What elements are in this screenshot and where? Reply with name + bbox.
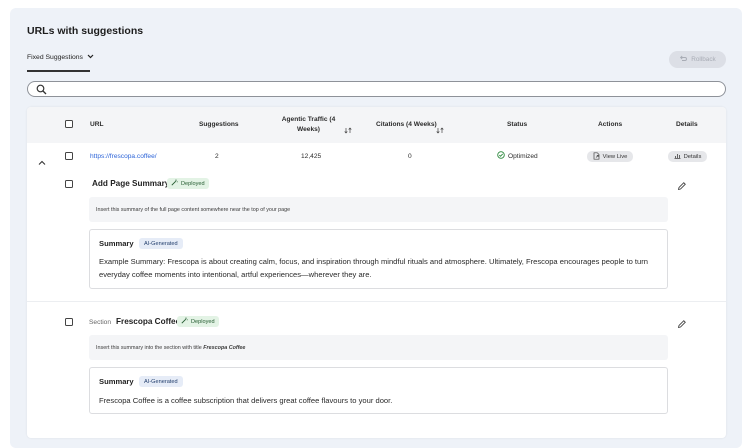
summary-title: Summary xyxy=(99,377,134,386)
row-traffic: 12,425 xyxy=(301,153,322,160)
row-citations: 0 xyxy=(408,153,412,160)
rollback-button[interactable]: Rollback xyxy=(669,51,726,68)
page-link-icon xyxy=(593,151,600,162)
header-agentic-traffic[interactable]: Agentic Traffic (4 Weeks) xyxy=(280,115,337,135)
row-divider xyxy=(27,301,726,302)
view-live-button[interactable]: View Live xyxy=(587,151,633,162)
filter-label: Fixed Suggestions xyxy=(27,54,83,61)
header-details: Details xyxy=(676,121,698,128)
header-url[interactable]: URL xyxy=(90,121,104,128)
summary-text: Example Summary: Frescopa is about creat… xyxy=(99,257,648,279)
filter-picker[interactable]: Fixed Suggestions xyxy=(27,54,94,61)
row-suggestions-count: 2 xyxy=(215,153,219,160)
deployed-badge: Deployed xyxy=(177,316,219,327)
sort-ascending-icon[interactable] xyxy=(436,121,444,139)
deployed-label: Deployed xyxy=(191,318,215,325)
instruction-text: Insert this summary of the full page con… xyxy=(96,206,291,213)
bar-chart-icon xyxy=(674,152,681,161)
status-label: Optimized xyxy=(508,152,538,160)
sort-icon[interactable] xyxy=(344,121,352,139)
status-badge: Optimized xyxy=(497,151,538,161)
suggestion-title: Add Page Summary xyxy=(92,179,170,188)
edit-pencil-icon[interactable] xyxy=(677,178,687,196)
header-status: Status xyxy=(507,121,528,128)
summary-card: Summary AI-Generated Example Summary: Fr… xyxy=(89,229,668,289)
section-prefix: Section xyxy=(89,319,111,326)
chevron-up-icon[interactable] xyxy=(38,153,46,171)
row-url-link[interactable]: https://frescopa.coffee/ xyxy=(90,153,157,160)
header-actions: Actions xyxy=(598,121,623,128)
instruction-section-name: Frescopa Coffee xyxy=(203,344,246,351)
view-live-label: View Live xyxy=(602,153,628,160)
row-checkbox[interactable] xyxy=(65,152,73,160)
header-suggestions[interactable]: Suggestions xyxy=(199,121,239,128)
chevron-down-icon xyxy=(87,54,94,61)
filter-picker-underline xyxy=(27,70,90,72)
instruction-text: Insert this summary into the section wit… xyxy=(96,344,204,351)
suggestion-title: Frescopa Coffee xyxy=(116,317,181,326)
header-traffic-line1: Agentic Traffic (4 xyxy=(281,116,336,123)
details-label: Details xyxy=(683,153,702,160)
suggestion-checkbox[interactable] xyxy=(65,318,73,326)
magic-wand-icon xyxy=(181,317,188,326)
suggestion-instruction: Insert this summary into the section wit… xyxy=(89,335,668,360)
deployed-badge: Deployed xyxy=(167,178,209,189)
summary-text: Frescopa Coffee is a coffee subscription… xyxy=(99,396,393,405)
header-citations[interactable]: Citations (4 Weeks) xyxy=(376,121,437,128)
search-input[interactable] xyxy=(27,81,726,97)
magic-wand-icon xyxy=(171,179,178,188)
deployed-label: Deployed xyxy=(181,180,205,187)
page-title: URLs with suggestions xyxy=(27,25,144,37)
check-circle-icon xyxy=(497,151,505,161)
suggestion-checkbox[interactable] xyxy=(65,180,73,188)
details-button[interactable]: Details xyxy=(668,151,707,162)
ai-generated-badge: AI-Generated xyxy=(139,238,183,249)
summary-title: Summary xyxy=(99,239,134,248)
select-all-checkbox[interactable] xyxy=(65,120,73,128)
undo-icon xyxy=(679,55,688,64)
rollback-label: Rollback xyxy=(691,56,716,63)
summary-card: Summary AI-Generated Frescopa Coffee is … xyxy=(89,367,668,414)
suggestions-table: URL Suggestions Agentic Traffic (4 Weeks… xyxy=(27,107,726,438)
ai-generated-badge: AI-Generated xyxy=(139,376,183,387)
edit-pencil-icon[interactable] xyxy=(677,316,687,334)
suggestion-instruction: Insert this summary of the full page con… xyxy=(89,197,668,222)
header-traffic-line2: Weeks) xyxy=(297,126,320,133)
search-icon xyxy=(36,84,47,95)
